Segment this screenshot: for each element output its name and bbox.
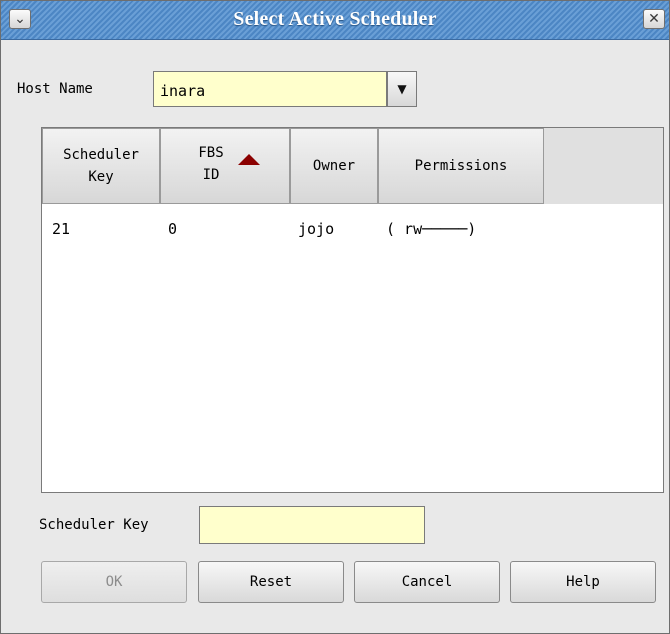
reset-button[interactable]: Reset [198, 561, 344, 603]
scheduler-key-input[interactable] [199, 506, 425, 544]
scheduler-table[interactable]: Scheduler Key FBS ID Owner Permissions 2… [41, 127, 664, 493]
help-button[interactable]: Help [510, 561, 656, 603]
cancel-button[interactable]: Cancel [354, 561, 500, 603]
column-header-permissions[interactable]: Permissions [378, 128, 544, 204]
ok-button[interactable]: OK [41, 561, 187, 603]
close-icon[interactable]: ✕ [643, 9, 665, 29]
select-active-scheduler-dialog: ⌄ Select Active Scheduler ✕ Host Name in… [0, 0, 670, 634]
column-label: Scheduler Key [63, 147, 139, 185]
cell-scheduler-key: 21 [52, 220, 71, 238]
chevron-down-icon: ▼ [397, 82, 407, 96]
table-header: Scheduler Key FBS ID Owner Permissions [42, 128, 663, 204]
host-name-value: inara [160, 82, 206, 100]
column-header-scheduler-key[interactable]: Scheduler Key [42, 128, 160, 204]
cell-permissions: ( rw─────) [386, 220, 477, 238]
host-name-label: Host Name [17, 81, 93, 97]
host-dropdown-button[interactable]: ▼ [387, 71, 417, 107]
cell-fbs-id: 0 [168, 220, 178, 238]
column-header-fbs-id[interactable]: FBS ID [160, 128, 290, 204]
titlebar[interactable]: ⌄ Select Active Scheduler ✕ [1, 1, 669, 40]
host-name-combobox[interactable]: inara [153, 71, 387, 107]
window-title: Select Active Scheduler [233, 8, 437, 30]
cell-owner: jojo [298, 220, 335, 238]
column-header-owner[interactable]: Owner [290, 128, 378, 204]
sort-ascending-icon [238, 154, 260, 165]
table-row[interactable]: 21 0 jojo ( rw─────) [42, 220, 663, 246]
scheduler-key-label: Scheduler Key [39, 517, 149, 533]
column-label: FBS ID [198, 145, 224, 183]
column-label: Owner [312, 158, 356, 174]
column-label: Permissions [414, 158, 508, 174]
